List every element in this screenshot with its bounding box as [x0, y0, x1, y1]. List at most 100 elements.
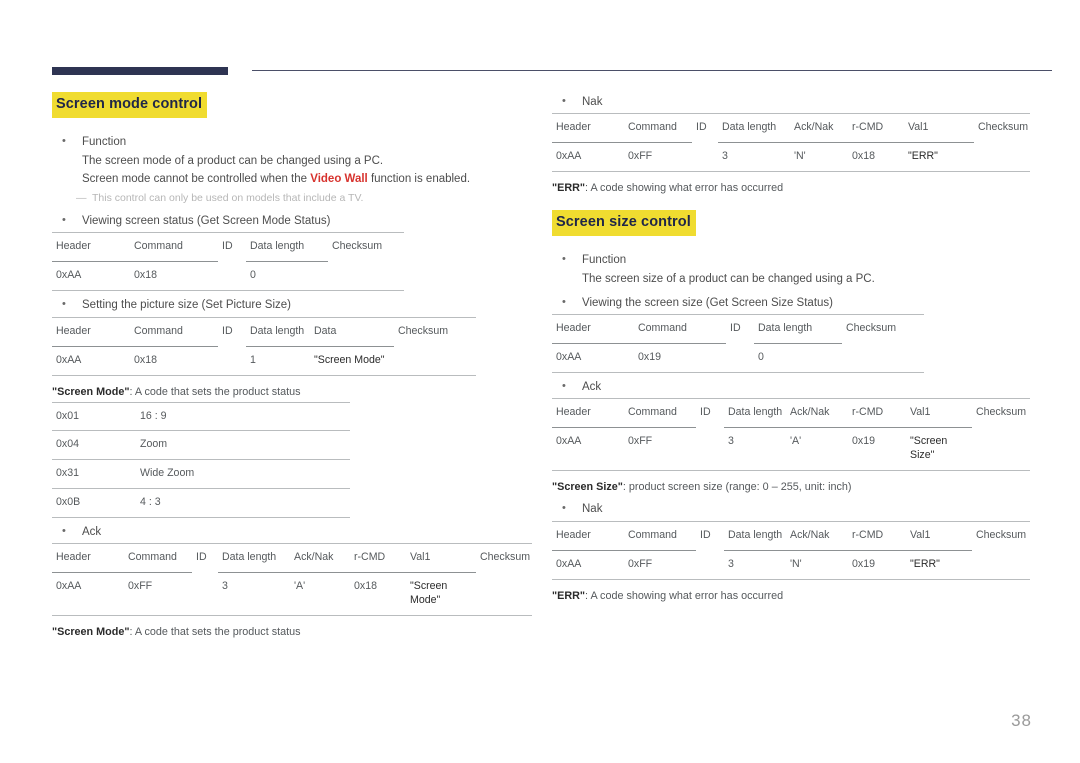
col-data-length: Data length — [724, 520, 786, 551]
col-checksum: Checksum — [974, 113, 1030, 143]
col-command: Command — [124, 542, 192, 573]
table-row: 0xAA 0x18 0 — [52, 261, 404, 291]
cell-command: 0xFF — [624, 142, 692, 172]
set-picture-size-table: Header Command ID Data length Data Check… — [52, 316, 476, 376]
col-data-length: Data length — [218, 542, 290, 573]
screen-mode-caption-ack: "Screen Mode": A code that sets the prod… — [52, 625, 512, 640]
table-row: 0xAA 0xFF 3 'N' 0x19 "ERR" — [552, 549, 1030, 580]
function-line2-post: function is enabled. — [367, 172, 471, 185]
table-row: 0xAA 0x18 1 "Screen Mode" — [52, 345, 476, 376]
cell-command: 0xFF — [624, 427, 696, 471]
table-row: 0x01 16 : 9 — [52, 401, 350, 431]
cell-code: 0x01 — [52, 401, 136, 431]
cell-r-cmd: 0x19 — [848, 427, 906, 471]
cell-checksum — [974, 143, 1030, 172]
cell-header: 0xAA — [552, 549, 624, 580]
col-ack-nak: Ack/Nak — [786, 520, 848, 551]
col-id: ID — [726, 314, 754, 344]
table-row: 0xAA 0xFF 3 'N' 0x18 "ERR" — [552, 142, 1030, 172]
cell-header: 0xAA — [52, 571, 124, 616]
table-header-row: Header Command ID Data length Ack/Nak r-… — [552, 520, 1030, 551]
cell-command: 0x18 — [130, 345, 218, 376]
table-row: 0x04 Zoom — [52, 430, 350, 460]
col-r-cmd: r-CMD — [848, 520, 906, 551]
cell-data-length: 3 — [724, 549, 786, 580]
caption-text: : A code showing what error has occurred — [585, 589, 784, 602]
cell-label: 16 : 9 — [136, 401, 350, 431]
cell-ack-nak: 'A' — [290, 571, 350, 616]
cell-r-cmd: 0x18 — [350, 571, 406, 616]
cell-label: Wide Zoom — [136, 459, 350, 489]
caption-term: "Screen Mode" — [52, 625, 130, 638]
col-header: Header — [52, 316, 130, 347]
function-bullet-left: Function — [52, 133, 512, 151]
get-screen-size-status-table: Header Command ID Data length Checksum 0… — [552, 314, 924, 374]
function-line2-pre: Screen mode cannot be controlled when th… — [82, 172, 311, 185]
header-rule — [52, 66, 1052, 78]
caption-term: "ERR" — [552, 182, 586, 195]
cell-id — [218, 262, 246, 291]
col-id: ID — [696, 520, 724, 551]
col-id: ID — [696, 398, 724, 428]
cell-checksum — [972, 428, 1030, 471]
cell-checksum — [842, 344, 924, 373]
table-header-row: Header Command ID Data length Ack/Nak r-… — [52, 542, 532, 573]
col-checksum: Checksum — [972, 398, 1030, 428]
function-line1-right: The screen size of a product can be chan… — [582, 273, 875, 286]
cell-command: 0x19 — [634, 343, 726, 373]
cell-val1: "Screen Size" — [906, 427, 972, 471]
table-header-row: Header Command ID Data length Data Check… — [52, 316, 476, 347]
cell-code: 0x04 — [52, 430, 136, 460]
table-row: 0xAA 0xFF 3 'A' 0x18 "Screen Mode" — [52, 571, 532, 616]
col-val1: Val1 — [906, 520, 972, 551]
col-header: Header — [552, 520, 624, 551]
cell-val1: "ERR" — [906, 549, 972, 580]
table-header-row: Header Command ID Data length Ack/Nak r-… — [552, 398, 1030, 428]
cell-id — [692, 143, 718, 172]
table-row: 0xAA 0x19 0 — [552, 343, 924, 373]
col-data-length: Data length — [724, 398, 786, 428]
col-header: Header — [552, 314, 634, 344]
screen-mode-ack-table: Header Command ID Data length Ack/Nak r-… — [52, 542, 532, 616]
col-data-length: Data length — [718, 113, 790, 143]
cell-r-cmd: 0x19 — [848, 549, 906, 580]
err-caption-bottom: "ERR": A code showing what error has occ… — [552, 589, 1030, 604]
get-screen-mode-status-bullet: Viewing screen status (Get Screen Mode S… — [52, 212, 512, 230]
caption-text: : A code that sets the product status — [129, 625, 301, 638]
col-command: Command — [634, 314, 726, 344]
cell-ack-nak: 'A' — [786, 427, 848, 471]
table-row: 0x0B 4 : 3 — [52, 487, 350, 518]
cell-id — [696, 550, 724, 579]
caption-term: "ERR" — [552, 589, 586, 602]
header-accent-bar — [52, 67, 228, 75]
cell-id — [696, 428, 724, 471]
col-command: Command — [624, 520, 696, 551]
header-thin-line — [252, 70, 1052, 72]
col-data-length: Data length — [754, 314, 842, 344]
page-title-screen-mode-control: Screen mode control — [52, 92, 208, 118]
function-line2-left: Screen mode cannot be controlled when th… — [52, 171, 512, 189]
col-checksum: Checksum — [972, 520, 1030, 551]
cell-code: 0x0B — [52, 487, 136, 518]
cell-data-length: 3 — [718, 142, 790, 172]
document-page: Screen mode control Function The screen … — [0, 0, 1080, 763]
cell-val1: "ERR" — [904, 142, 974, 172]
col-data-length: Data length — [246, 232, 328, 262]
col-checksum: Checksum — [476, 542, 532, 573]
tv-models-note: This control can only be used on models … — [52, 191, 512, 207]
col-checksum: Checksum — [328, 232, 404, 262]
screen-mode-nak-table: Header Command ID Data length Ack/Nak r-… — [552, 113, 1030, 173]
video-wall-term: Video Wall — [310, 172, 368, 185]
col-data-length: Data length — [246, 316, 310, 347]
page-number: 38 — [1011, 711, 1032, 730]
nak-bullet-bottom: Nak — [552, 500, 1030, 518]
cell-label: Zoom — [136, 430, 350, 460]
col-ack-nak: Ack/Nak — [790, 113, 848, 143]
caption-text: : A code that sets the product status — [129, 385, 301, 398]
cell-data-length: 0 — [246, 261, 328, 291]
col-checksum: Checksum — [842, 314, 924, 344]
table-row: 0xAA 0xFF 3 'A' 0x19 "Screen Size" — [552, 427, 1030, 471]
ack-bullet-left: Ack — [52, 523, 512, 541]
screen-size-caption: "Screen Size": product screen size (rang… — [552, 480, 1030, 495]
get-screen-mode-status-table: Header Command ID Data length Checksum 0… — [52, 232, 404, 292]
